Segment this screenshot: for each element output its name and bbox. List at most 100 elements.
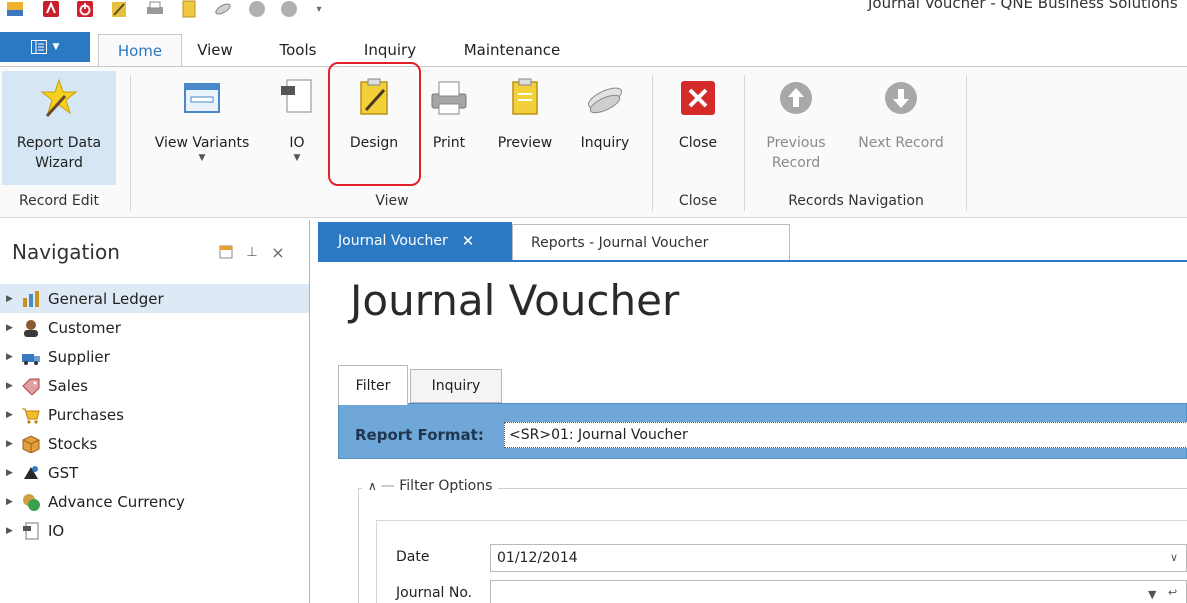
nav-item-purchases[interactable]: ▶ Purchases <box>0 400 309 429</box>
report-format-select[interactable]: <SR>01: Journal Voucher <box>504 422 1187 448</box>
journal-no-field[interactable] <box>490 580 1187 603</box>
previous-record-button[interactable]: Previous Record <box>756 73 836 173</box>
previous-record-label-2: Record <box>771 155 821 171</box>
expand-arrow-icon[interactable]: ▶ <box>6 526 18 536</box>
chevron-down-icon[interactable]: ∨ <box>1170 551 1178 564</box>
preview-button[interactable]: Preview <box>490 73 560 153</box>
doc-tab-reports-journal-voucher[interactable]: Reports - Journal Voucher <box>512 224 790 260</box>
group-separator <box>744 75 745 211</box>
report-data-wizard-button[interactable]: Report Data Wizard <box>2 73 116 173</box>
nav-item-customer[interactable]: ▶ Customer <box>0 313 309 342</box>
arrow-up-icon <box>775 77 817 119</box>
back-icon[interactable] <box>248 0 266 18</box>
customer-icon <box>20 318 42 338</box>
inquiry-icon[interactable] <box>214 0 232 18</box>
group-separator <box>966 75 967 211</box>
filter-options-header[interactable]: ∧ — Filter Options <box>362 478 499 494</box>
group-records-navigation-label: Records Navigation <box>788 193 924 209</box>
tab-filter[interactable]: Filter <box>338 365 408 405</box>
previous-record-label-1: Previous <box>766 135 826 151</box>
nav-item-stocks[interactable]: ▶ Stocks <box>0 429 309 458</box>
nav-item-advance-currency[interactable]: ▶ Advance Currency <box>0 487 309 516</box>
report-data-wizard-label-1: Report Data <box>16 135 102 151</box>
forward-icon[interactable] <box>280 0 298 18</box>
expand-arrow-icon[interactable]: ▶ <box>6 381 18 391</box>
group-separator <box>130 75 131 211</box>
view-variants-button[interactable]: View Variants ▼ <box>142 73 262 163</box>
chevron-down-icon: ▼ <box>52 42 60 52</box>
nav-item-label: Customer <box>48 318 121 337</box>
close-button[interactable]: Close <box>664 73 732 153</box>
print-button[interactable]: Print <box>418 73 480 153</box>
tab-inquiry[interactable]: Inquiry <box>410 369 502 403</box>
nav-item-supplier[interactable]: ▶ Supplier <box>0 342 309 371</box>
expand-arrow-icon[interactable]: ▶ <box>6 439 18 449</box>
clear-icon[interactable]: ↩ <box>1168 586 1177 599</box>
nav-item-io[interactable]: ▶ IO <box>0 516 309 545</box>
date-field[interactable]: 01/12/2014 <box>490 544 1187 572</box>
collapse-icon[interactable]: ∧ <box>368 479 377 493</box>
journal-no-label: Journal No. <box>396 585 473 601</box>
sales-icon <box>20 376 42 396</box>
design-icon[interactable] <box>110 0 128 18</box>
filter-options-title: Filter Options <box>399 478 493 494</box>
page-title: Journal Voucher <box>350 276 680 325</box>
power-icon[interactable] <box>76 0 94 18</box>
expand-arrow-icon[interactable]: ▶ <box>6 352 18 362</box>
printer-icon <box>428 77 470 119</box>
report-format-label: Report Format: <box>355 426 484 444</box>
dropdown-arrow-icon: ▼ <box>293 153 301 163</box>
pin-icon[interactable]: ⊥ <box>244 244 260 260</box>
doc-tab-journal-voucher[interactable]: Journal Voucher ✕ <box>318 222 512 260</box>
group-close-label: Close <box>678 193 718 209</box>
nav-item-sales[interactable]: ▶ Sales <box>0 371 309 400</box>
ribbon-tab-bar: ▼ Home View Tools Inquiry Maintenance <box>0 28 1187 67</box>
dropdown-arrow-icon[interactable]: ▼ <box>1148 588 1156 601</box>
file-menu-button[interactable]: ▼ <box>0 32 90 62</box>
nav-item-label: Purchases <box>48 405 124 424</box>
tab-home[interactable]: Home <box>98 34 182 67</box>
inquiry-button[interactable]: Inquiry <box>570 73 640 153</box>
wizard-icon <box>38 77 80 119</box>
doc-tab-label: Journal Voucher <box>338 233 448 249</box>
arrow-down-icon <box>880 77 922 119</box>
app-menu-icon <box>30 40 47 54</box>
purchases-icon <box>20 405 42 425</box>
next-record-button[interactable]: Next Record <box>846 73 956 153</box>
preview-icon <box>504 77 546 119</box>
io-button[interactable]: IO ▼ <box>272 73 322 163</box>
nav-item-gst[interactable]: ▶ GST <box>0 458 309 487</box>
expand-arrow-icon[interactable]: ▶ <box>6 497 18 507</box>
close-tab-icon[interactable]: ✕ <box>462 232 475 250</box>
expand-arrow-icon[interactable]: ▶ <box>6 468 18 478</box>
expand-arrow-icon[interactable]: ▶ <box>6 323 18 333</box>
pdf-icon[interactable] <box>42 0 60 18</box>
tab-tools[interactable]: Tools <box>272 34 324 66</box>
preview-icon[interactable] <box>180 0 198 18</box>
report-format-bar: Report Format: <SR>01: Journal Voucher <box>338 403 1187 459</box>
general-ledger-icon <box>20 289 42 309</box>
ribbon-panel: Report Data Wizard Record Edit View Vari… <box>0 62 1187 218</box>
print-label: Print <box>432 135 466 151</box>
window-title: Journal Voucher - QNE Business Solutions <box>868 0 1178 12</box>
app-logo-icon[interactable] <box>6 0 24 18</box>
customize-icon[interactable]: ▾ <box>310 0 328 18</box>
nav-item-label: Advance Currency <box>48 492 185 511</box>
tab-maintenance[interactable]: Maintenance <box>456 34 568 66</box>
navigation-pane: Navigation ⊥ × ▶ General Ledger ▶ Custom… <box>0 220 310 603</box>
nav-item-general-ledger[interactable]: ▶ General Ledger <box>0 284 309 313</box>
nav-item-label: Supplier <box>48 347 110 366</box>
group-separator <box>652 75 653 211</box>
expand-arrow-icon[interactable]: ▶ <box>6 294 18 304</box>
close-icon <box>677 77 719 119</box>
tab-view[interactable]: View <box>190 34 240 66</box>
pane-options-icon[interactable] <box>218 244 234 260</box>
navigation-tree: ▶ General Ledger ▶ Customer ▶ Supplier ▶… <box>0 284 309 545</box>
preview-label: Preview <box>497 135 553 151</box>
design-button-highlight <box>328 62 421 186</box>
nav-item-label: GST <box>48 463 79 482</box>
close-icon[interactable]: × <box>270 243 286 262</box>
binoculars-icon <box>584 77 626 119</box>
print-icon[interactable] <box>146 0 164 18</box>
expand-arrow-icon[interactable]: ▶ <box>6 410 18 420</box>
